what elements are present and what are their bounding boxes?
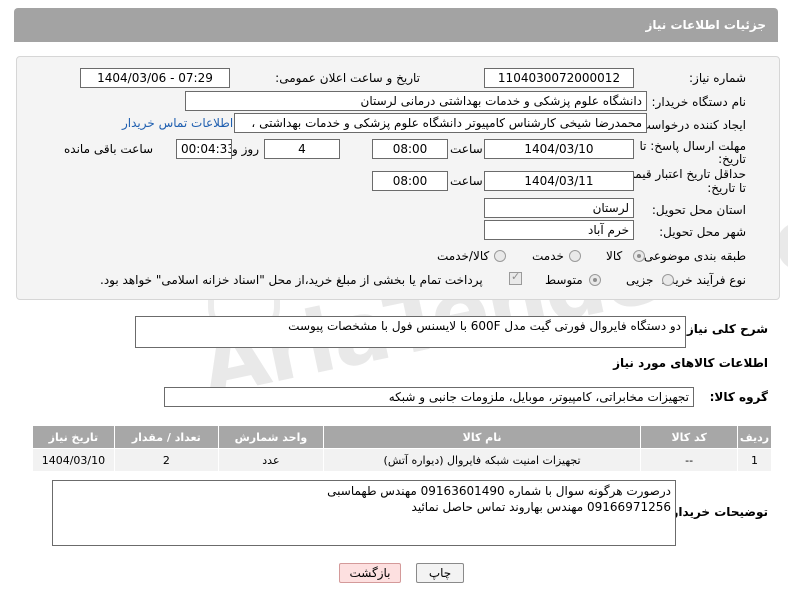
remaining-time-label: ساعت باقی مانده bbox=[64, 142, 154, 156]
reply-time-label: ساعت bbox=[450, 142, 483, 156]
remaining-time-field: 00:04:33 bbox=[176, 139, 232, 159]
goods-section-title: اطلاعات کالاهای مورد نیاز bbox=[613, 356, 768, 370]
category-radio-goods[interactable] bbox=[633, 250, 645, 262]
days-label: روز و bbox=[232, 142, 259, 156]
row-quantity: 2 bbox=[113, 448, 219, 472]
price-validity-label-2: تا تاریخ: bbox=[707, 181, 746, 195]
col-code: کد کالا bbox=[640, 425, 739, 449]
price-validity-time-label: ساعت bbox=[450, 174, 483, 188]
col-need-date: تاریخ نیاز bbox=[32, 425, 115, 449]
page-header: جزئیات اطلاعات نیاز bbox=[14, 8, 778, 42]
print-button[interactable]: چاپ bbox=[416, 563, 464, 583]
delivery-city-label: شهر محل تحویل: bbox=[659, 225, 746, 239]
buyer-contact-link[interactable]: اطلاعات تماس خریدار bbox=[122, 116, 233, 130]
buyer-notes-label: توضیحات خریدار: bbox=[666, 505, 768, 519]
reply-deadline-label-2: تاریخ: bbox=[718, 152, 746, 166]
buyer-org-label: نام دستگاه خریدار: bbox=[651, 95, 747, 109]
delivery-province-field: لرستان bbox=[484, 198, 634, 218]
category-label: طبقه بندی موضوعی: bbox=[639, 249, 746, 263]
row-number: 1 bbox=[737, 448, 772, 472]
price-validity-label: حداقل تاریخ اعتبار قیمت: bbox=[619, 167, 746, 181]
price-validity-time-field: 08:00 bbox=[372, 171, 448, 191]
description-label: شرح کلی نیاز: bbox=[682, 322, 768, 336]
buyer-notes-line-2: 09166971256 مهندس بهاروند تماس حاصل نمائ… bbox=[411, 500, 671, 514]
row-code: -- bbox=[640, 448, 739, 472]
col-unit: واحد شمارش bbox=[217, 425, 324, 449]
back-button[interactable]: بازگشت bbox=[339, 563, 401, 583]
process-radio-minor[interactable] bbox=[662, 274, 674, 286]
row-need-date: 1404/03/10 bbox=[32, 448, 115, 472]
category-radio-service[interactable] bbox=[569, 250, 581, 262]
process-option-medium: متوسط bbox=[545, 273, 583, 287]
announce-datetime-field: 1404/03/06 - 07:29 bbox=[80, 68, 230, 88]
buyer-org-field: دانشگاه علوم پزشکی و خدمات بهداشتی درمان… bbox=[185, 91, 647, 111]
category-option-service: خدمت bbox=[532, 249, 564, 263]
price-validity-date-field: 1404/03/11 bbox=[484, 171, 634, 191]
category-radio-goods-service[interactable] bbox=[494, 250, 506, 262]
goods-table-header: ردیف کد کالا نام کالا واحد شمارش تعداد /… bbox=[32, 425, 772, 449]
buyer-notes-field[interactable]: درصورت هرگونه سوال با شماره 09163601490 … bbox=[52, 480, 676, 546]
requester-label: ایجاد کننده درخواست: bbox=[635, 118, 746, 132]
table-row[interactable]: 1 -- تجهیزات امنیت شبکه فایروال (دیواره … bbox=[32, 448, 772, 472]
requester-field: محمدرضا شیخی کارشناس کامپیوتر دانشگاه عل… bbox=[234, 113, 647, 133]
reply-deadline-label: مهلت ارسال پاسخ: تا bbox=[639, 139, 746, 153]
delivery-city-field: خرم آباد bbox=[484, 220, 634, 240]
treasury-payment-checkbox[interactable] bbox=[509, 270, 522, 285]
category-option-goods-service: کالا/خدمت bbox=[437, 249, 490, 263]
reply-time-field: 08:00 bbox=[372, 139, 448, 159]
category-option-goods: کالا bbox=[606, 249, 623, 263]
goods-group-label: گروه کالا: bbox=[709, 390, 768, 404]
reply-date-field: 1404/03/10 bbox=[484, 139, 634, 159]
buyer-notes-line-1: درصورت هرگونه سوال با شماره 09163601490 … bbox=[327, 484, 671, 498]
need-number-field: 1104030072000012 bbox=[484, 68, 634, 88]
process-option-minor: جزیی bbox=[626, 273, 654, 287]
days-remaining-field: 4 bbox=[264, 139, 340, 159]
row-unit: عدد bbox=[217, 448, 324, 472]
col-quantity: تعداد / مقدار bbox=[113, 425, 219, 449]
goods-table: ردیف کد کالا نام کالا واحد شمارش تعداد /… bbox=[32, 425, 772, 472]
row-name: تجهیزات امنیت شبکه فایروال (دیواره آتش) bbox=[322, 448, 642, 472]
announce-datetime-label: تاریخ و ساعت اعلان عمومی: bbox=[275, 71, 420, 85]
delivery-province-label: استان محل تحویل: bbox=[651, 203, 746, 217]
need-number-label: شماره نیاز: bbox=[689, 71, 746, 85]
col-name: نام کالا bbox=[322, 425, 642, 449]
description-field[interactable]: دو دستگاه فایروال فورتی گیت مدل 600F با … bbox=[135, 316, 686, 348]
page-title: جزئیات اطلاعات نیاز bbox=[645, 18, 766, 32]
process-radio-medium[interactable] bbox=[589, 274, 601, 286]
col-row: ردیف bbox=[737, 425, 772, 449]
treasury-payment-note: پرداخت تمام یا بخشی از مبلغ خرید،از محل … bbox=[100, 273, 483, 287]
goods-group-field: تجهیزات مخابراتی، کامپیوتر، موبایل، ملزو… bbox=[164, 387, 694, 407]
